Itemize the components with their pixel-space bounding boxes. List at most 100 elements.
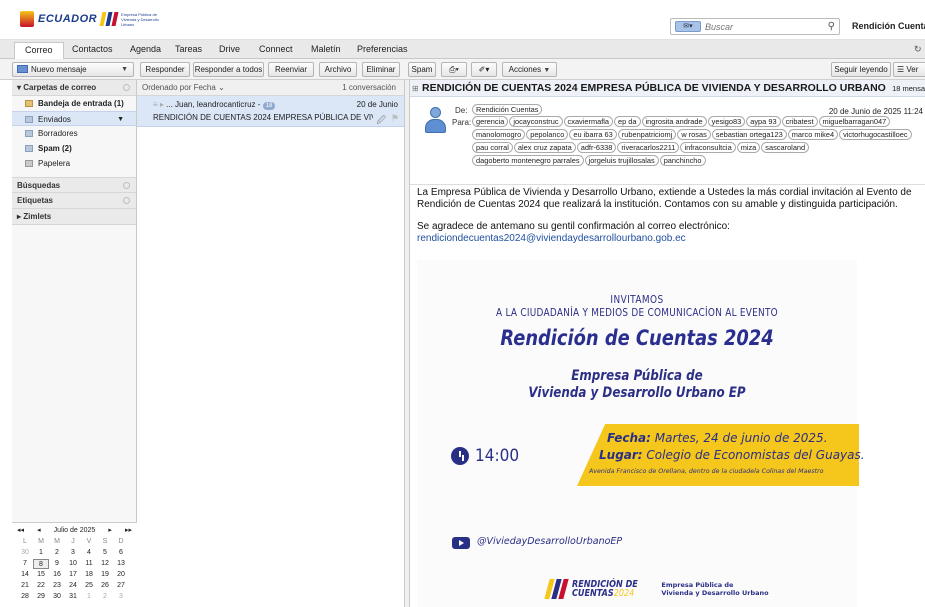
sort-icon[interactable]: ⌄ — [218, 83, 225, 92]
user-name[interactable]: Rendición Cuentas — [852, 21, 925, 31]
chevron-down-icon[interactable]: ▼ — [117, 112, 124, 127]
recipient-chip[interactable]: victorhugocastilloec — [839, 129, 912, 140]
flag-icon[interactable]: ⚑ — [391, 113, 399, 124]
recipient-chip[interactable]: jorgeluis trujillosalas — [584, 155, 659, 166]
sender-chip[interactable]: Rendición Cuentas — [472, 104, 543, 115]
calendar-day[interactable]: 21 — [17, 581, 33, 591]
reply-button[interactable]: Responder — [140, 62, 190, 77]
calendar-day[interactable]: 22 — [33, 581, 49, 591]
zimlets-header[interactable]: ▸ Zimlets — [12, 209, 136, 225]
calendar-day[interactable]: 2 — [97, 592, 113, 602]
tab-correo[interactable]: Correo — [14, 42, 64, 59]
search-icon[interactable]: ⚲ — [828, 21, 835, 32]
search-input[interactable] — [705, 21, 815, 32]
folder-spam[interactable]: Spam (2) — [12, 141, 136, 156]
message-list-item[interactable]: ≡ ▸ ... Juan, leandrocanticruz - 18 20 d… — [137, 96, 404, 127]
recipient-chip[interactable]: manolomogro — [472, 129, 526, 140]
recipient-chip[interactable]: jocayconstruc — [509, 116, 563, 127]
recipient-chip[interactable]: gerencia — [472, 116, 509, 127]
calendar-day[interactable]: 24 — [65, 581, 81, 591]
recipient-chip[interactable]: eu ibarra 63 — [569, 129, 617, 140]
recipient-chip[interactable]: cribatest — [781, 116, 818, 127]
recipient-chip[interactable]: w rosas — [677, 129, 711, 140]
calendar-day[interactable]: 10 — [65, 559, 81, 569]
gear-icon[interactable] — [123, 84, 130, 91]
expand-icon[interactable]: ≡ ▸ — [153, 100, 164, 109]
calendar-day[interactable]: 11 — [81, 559, 97, 569]
delete-button[interactable]: Eliminar — [362, 62, 400, 77]
recipient-chip[interactable]: alex cruz zapata — [513, 142, 576, 153]
tab-contactos[interactable]: Contactos — [72, 44, 113, 54]
calendar-day[interactable]: 3 — [113, 592, 129, 602]
recipient-chip[interactable]: cxaviermafla — [563, 116, 614, 127]
confirmation-email-link[interactable]: rendiciondecuentas2024@viviendaydesarrol… — [417, 233, 686, 244]
calendar-day[interactable]: 9 — [49, 559, 65, 569]
reply-all-button[interactable]: Responder a todos — [193, 62, 264, 77]
recipient-chip[interactable]: sascaroland — [761, 142, 810, 153]
spam-button[interactable]: Spam — [408, 62, 436, 77]
recipient-chip[interactable]: adfr-6338 — [576, 142, 617, 153]
folder-trash[interactable]: Papelera — [12, 156, 136, 171]
tab-agenda[interactable]: Agenda — [130, 44, 161, 54]
refresh-icon[interactable]: ↻ — [914, 44, 922, 55]
recipient-chip[interactable]: miza — [736, 142, 761, 153]
calendar-day[interactable]: 12 — [97, 559, 113, 569]
calendar-day[interactable]: 26 — [97, 581, 113, 591]
calendar-day[interactable]: 20 — [113, 570, 129, 580]
keep-reading-button[interactable]: Seguir leyendo — [831, 62, 891, 77]
prev-month-icon[interactable]: ◂ — [37, 526, 41, 534]
calendar-day[interactable]: 25 — [81, 581, 97, 591]
chevron-down-icon[interactable]: ▼ — [121, 63, 128, 76]
tab-drive[interactable]: Drive — [219, 44, 240, 54]
print-button[interactable]: ⎙▾ — [441, 62, 467, 77]
calendar-day[interactable]: 27 — [113, 581, 129, 591]
calendar-day[interactable]: 16 — [49, 570, 65, 580]
sort-label[interactable]: Ordenado por Fecha — [142, 83, 216, 92]
calendar-day[interactable]: 7 — [17, 559, 33, 569]
tab-connect[interactable]: Connect — [259, 44, 293, 54]
recipient-chip[interactable]: miguelbarragan047 — [818, 116, 891, 127]
calendar-day[interactable]: 18 — [81, 570, 97, 580]
calendar-day[interactable]: 30 — [49, 592, 65, 602]
calendar-day[interactable]: 6 — [113, 548, 129, 558]
search-box[interactable]: ✉▾ ⚲ — [670, 18, 840, 35]
calendar-day[interactable]: 2 — [49, 548, 65, 558]
recipient-chip[interactable]: marco mike4 — [787, 129, 839, 140]
calendar-day[interactable]: 15 — [33, 570, 49, 580]
calendar-day[interactable]: 8 — [33, 559, 49, 569]
actions-button[interactable]: Acciones ▼ — [502, 62, 557, 77]
expand-conversation-icon[interactable]: ⊞ — [412, 80, 419, 96]
tab-maletin[interactable]: Maletín — [311, 44, 341, 54]
calendar-day[interactable]: 5 — [97, 548, 113, 558]
folders-header[interactable]: ▾ Carpetas de correo — [12, 80, 136, 96]
archive-button[interactable]: Archivo — [319, 62, 357, 77]
recipient-chip[interactable]: ingrosita andrade — [641, 116, 707, 127]
tags-header[interactable]: Etiquetas — [12, 193, 136, 209]
calendar-day[interactable]: 14 — [17, 570, 33, 580]
calendar-day[interactable]: 1 — [81, 592, 97, 602]
recipient-chip[interactable]: infraconsultcia — [680, 142, 736, 153]
recipient-chip[interactable]: yesigo83 — [707, 116, 746, 127]
new-message-button[interactable]: Nuevo mensaje ▼ — [12, 62, 134, 77]
searches-header[interactable]: Búsquedas — [12, 177, 136, 193]
recipient-chip[interactable]: aypa 93 — [746, 116, 781, 127]
calendar-day[interactable]: 3 — [65, 548, 81, 558]
recipient-chip[interactable]: pepolanco — [526, 129, 569, 140]
calendar-day[interactable]: 19 — [97, 570, 113, 580]
recipient-chip[interactable]: pau corral — [472, 142, 513, 153]
recipient-chip[interactable]: panchincho — [659, 155, 706, 166]
next-month-icon[interactable]: ▸ — [108, 526, 112, 534]
calendar-day[interactable]: 31 — [65, 592, 81, 602]
tab-tareas[interactable]: Tareas — [175, 44, 202, 54]
view-button[interactable]: ☰ Ver — [893, 62, 925, 77]
app-logo[interactable]: ECUADOR Empresa Pública de Vivienda y De… — [20, 11, 161, 27]
calendar-day[interactable]: 30 — [17, 548, 33, 558]
calendar-day[interactable]: 29 — [33, 592, 49, 602]
folder-sent[interactable]: Enviados ▼ — [12, 111, 136, 126]
list-header[interactable]: Ordenado por Fecha ⌄ 1 conversación — [137, 80, 404, 96]
folder-drafts[interactable]: Borradores — [12, 126, 136, 141]
calendar-day[interactable]: 1 — [33, 548, 49, 558]
gear-icon[interactable] — [123, 182, 130, 189]
recipient-chip[interactable]: sebastian ortega123 — [711, 129, 787, 140]
recipient-chip[interactable]: rubenpatriciomj — [617, 129, 677, 140]
